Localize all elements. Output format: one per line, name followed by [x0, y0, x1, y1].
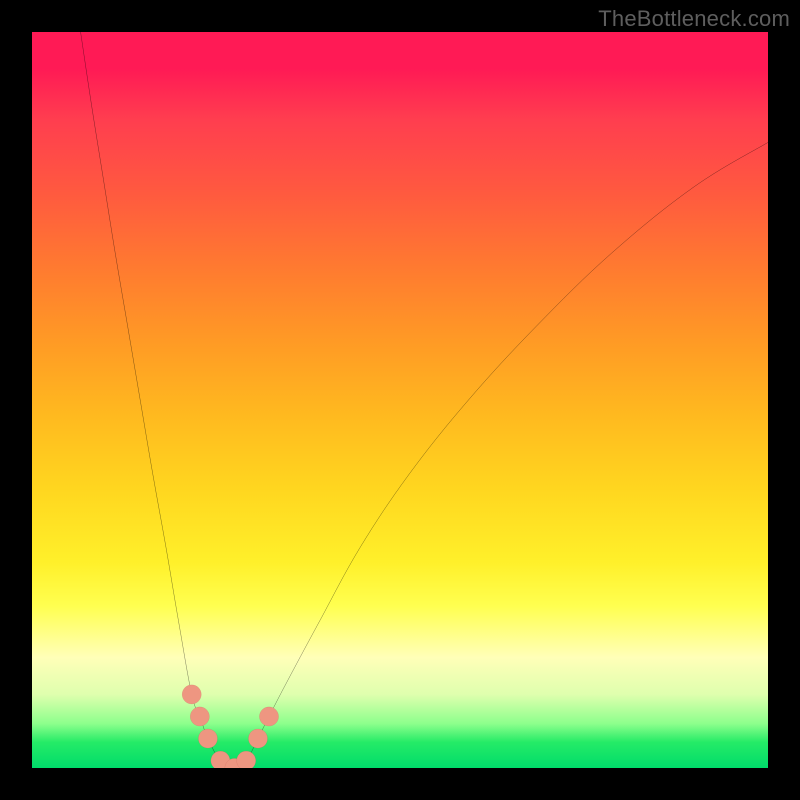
marker-dot [182, 685, 201, 704]
marker-dot [248, 729, 267, 748]
plot-area [32, 32, 768, 768]
curve-layer [32, 32, 768, 768]
right-curve [234, 142, 768, 768]
watermark-text: TheBottleneck.com [598, 6, 790, 32]
marker-dot [237, 751, 256, 768]
marker-dot [198, 729, 217, 748]
marker-dot [190, 707, 209, 726]
marker-dot [259, 707, 278, 726]
frame: TheBottleneck.com [0, 0, 800, 800]
left-curve [81, 32, 235, 768]
